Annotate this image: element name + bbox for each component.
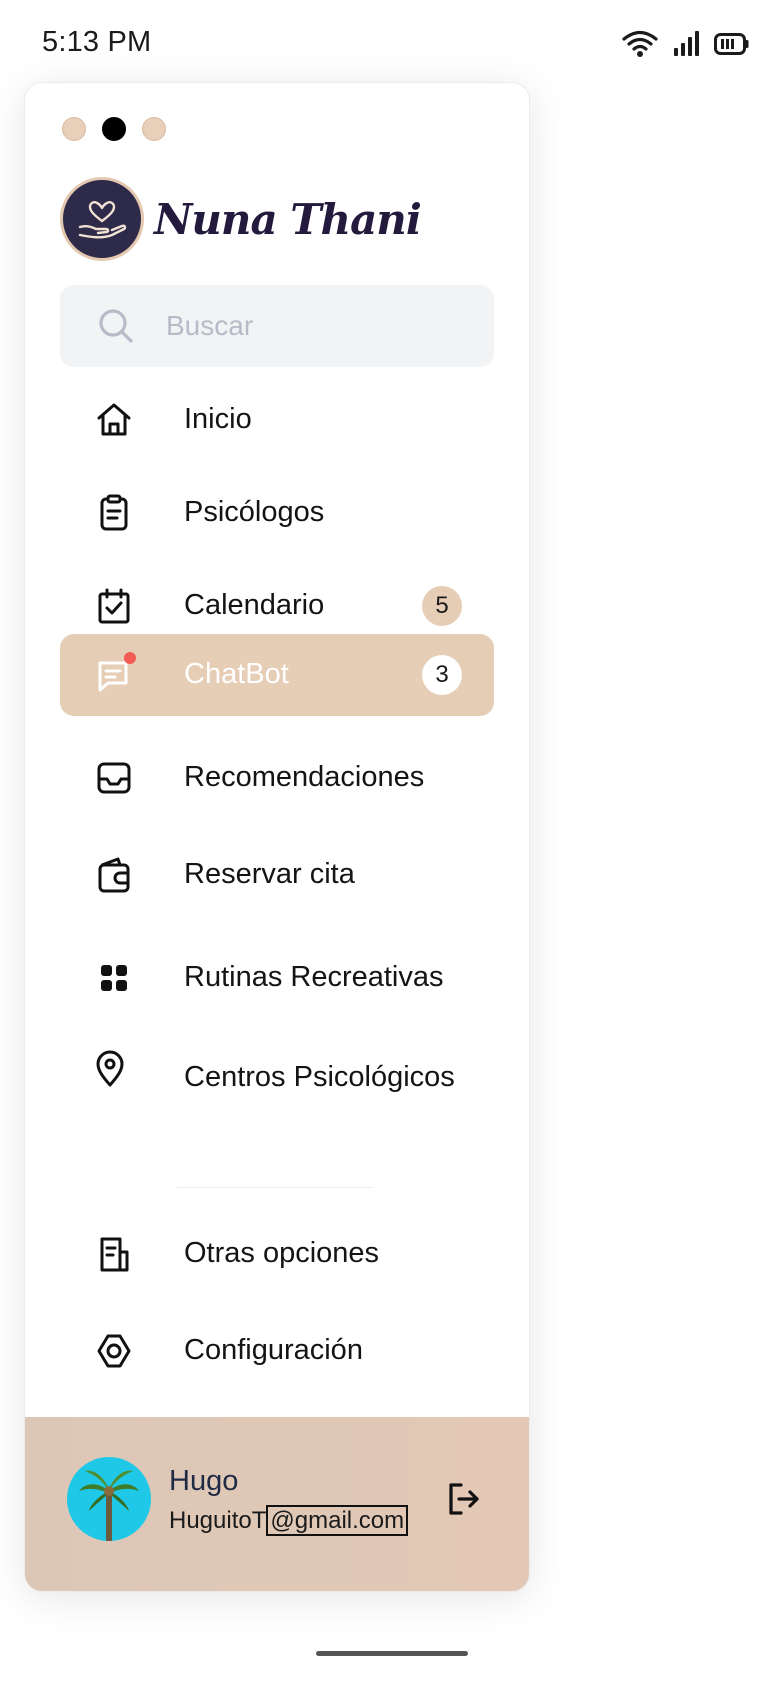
divider bbox=[177, 1187, 373, 1188]
nav-label: Calendario bbox=[184, 589, 325, 621]
nav-label: Rutinas Recreativas bbox=[184, 961, 444, 993]
status-bar: 5:13 PM bbox=[0, 0, 782, 90]
location-pin-icon bbox=[96, 1050, 124, 1087]
nav-item-rutinas-recreativas[interactable]: Rutinas Recreativas bbox=[60, 937, 494, 1019]
nav-label: Otras opciones bbox=[184, 1237, 380, 1269]
status-icons bbox=[622, 30, 750, 58]
user-email: HuguitoT @gmail.com bbox=[169, 1505, 409, 1536]
grid-icon bbox=[101, 965, 127, 991]
brand-name: Nuna Thani bbox=[154, 194, 422, 244]
avatar[interactable] bbox=[67, 1457, 151, 1541]
search-icon bbox=[99, 309, 133, 343]
nav-item-chatbot[interactable]: ChatBot 3 bbox=[60, 634, 494, 716]
nav-label: Configuración bbox=[184, 1334, 363, 1366]
dot-active[interactable] bbox=[102, 117, 126, 141]
clipboard-icon bbox=[100, 494, 128, 531]
nav-item-otras-opciones[interactable]: Otras opciones bbox=[60, 1213, 494, 1295]
nav-item-inicio[interactable]: Inicio bbox=[60, 379, 494, 461]
dot[interactable] bbox=[62, 117, 86, 141]
count-badge: 5 bbox=[422, 586, 462, 626]
email-domain: @gmail.com bbox=[266, 1505, 409, 1536]
search-input[interactable] bbox=[164, 309, 468, 343]
nav-item-centros-psicologicos[interactable]: Centros Psicológicos bbox=[60, 1037, 494, 1119]
search-bar[interactable] bbox=[60, 285, 494, 367]
user-profile-card[interactable]: Hugo HuguitoT @gmail.com bbox=[25, 1417, 529, 1591]
signal-icon bbox=[674, 31, 699, 56]
home-indicator[interactable] bbox=[316, 1651, 468, 1656]
wallet-icon bbox=[98, 857, 130, 893]
nav-item-reservar-cita[interactable]: Reservar cita bbox=[60, 834, 494, 916]
nav-label: Centros Psicológicos bbox=[184, 1061, 455, 1093]
dot[interactable] bbox=[142, 117, 166, 141]
nav-item-configuracion[interactable]: Configuración bbox=[60, 1310, 494, 1392]
palm-tree-avatar bbox=[79, 1470, 139, 1541]
document-icon bbox=[100, 1237, 129, 1272]
notification-dot bbox=[124, 652, 136, 664]
nav-label: ChatBot bbox=[184, 658, 289, 690]
settings-icon bbox=[97, 1334, 131, 1368]
home-icon bbox=[97, 403, 131, 436]
email-prefix: HuguitoT bbox=[169, 1507, 267, 1534]
wifi-icon bbox=[622, 30, 658, 57]
nav-item-psicologos[interactable]: Psicólogos bbox=[60, 472, 494, 554]
brand: Nuna Thani bbox=[60, 177, 422, 261]
calendar-check-icon bbox=[98, 588, 130, 624]
nav-label: Reservar cita bbox=[184, 858, 355, 890]
count-badge: 3 bbox=[422, 655, 462, 695]
nav-label: Psicólogos bbox=[184, 496, 325, 528]
navigation-drawer: Nuna Thani Inicio Psicólogos bbox=[24, 82, 530, 1592]
user-name: Hugo bbox=[169, 1465, 239, 1497]
nav-label: Inicio bbox=[184, 403, 252, 435]
battery-icon bbox=[714, 33, 749, 55]
nav-item-recomendaciones[interactable]: Recomendaciones bbox=[60, 737, 494, 819]
heart-in-hand-icon bbox=[60, 177, 144, 261]
status-time: 5:13 PM bbox=[42, 26, 152, 58]
window-dots bbox=[62, 117, 166, 141]
inbox-icon bbox=[97, 762, 131, 794]
logout-icon[interactable] bbox=[443, 1479, 483, 1519]
nav-label: Recomendaciones bbox=[184, 761, 425, 793]
